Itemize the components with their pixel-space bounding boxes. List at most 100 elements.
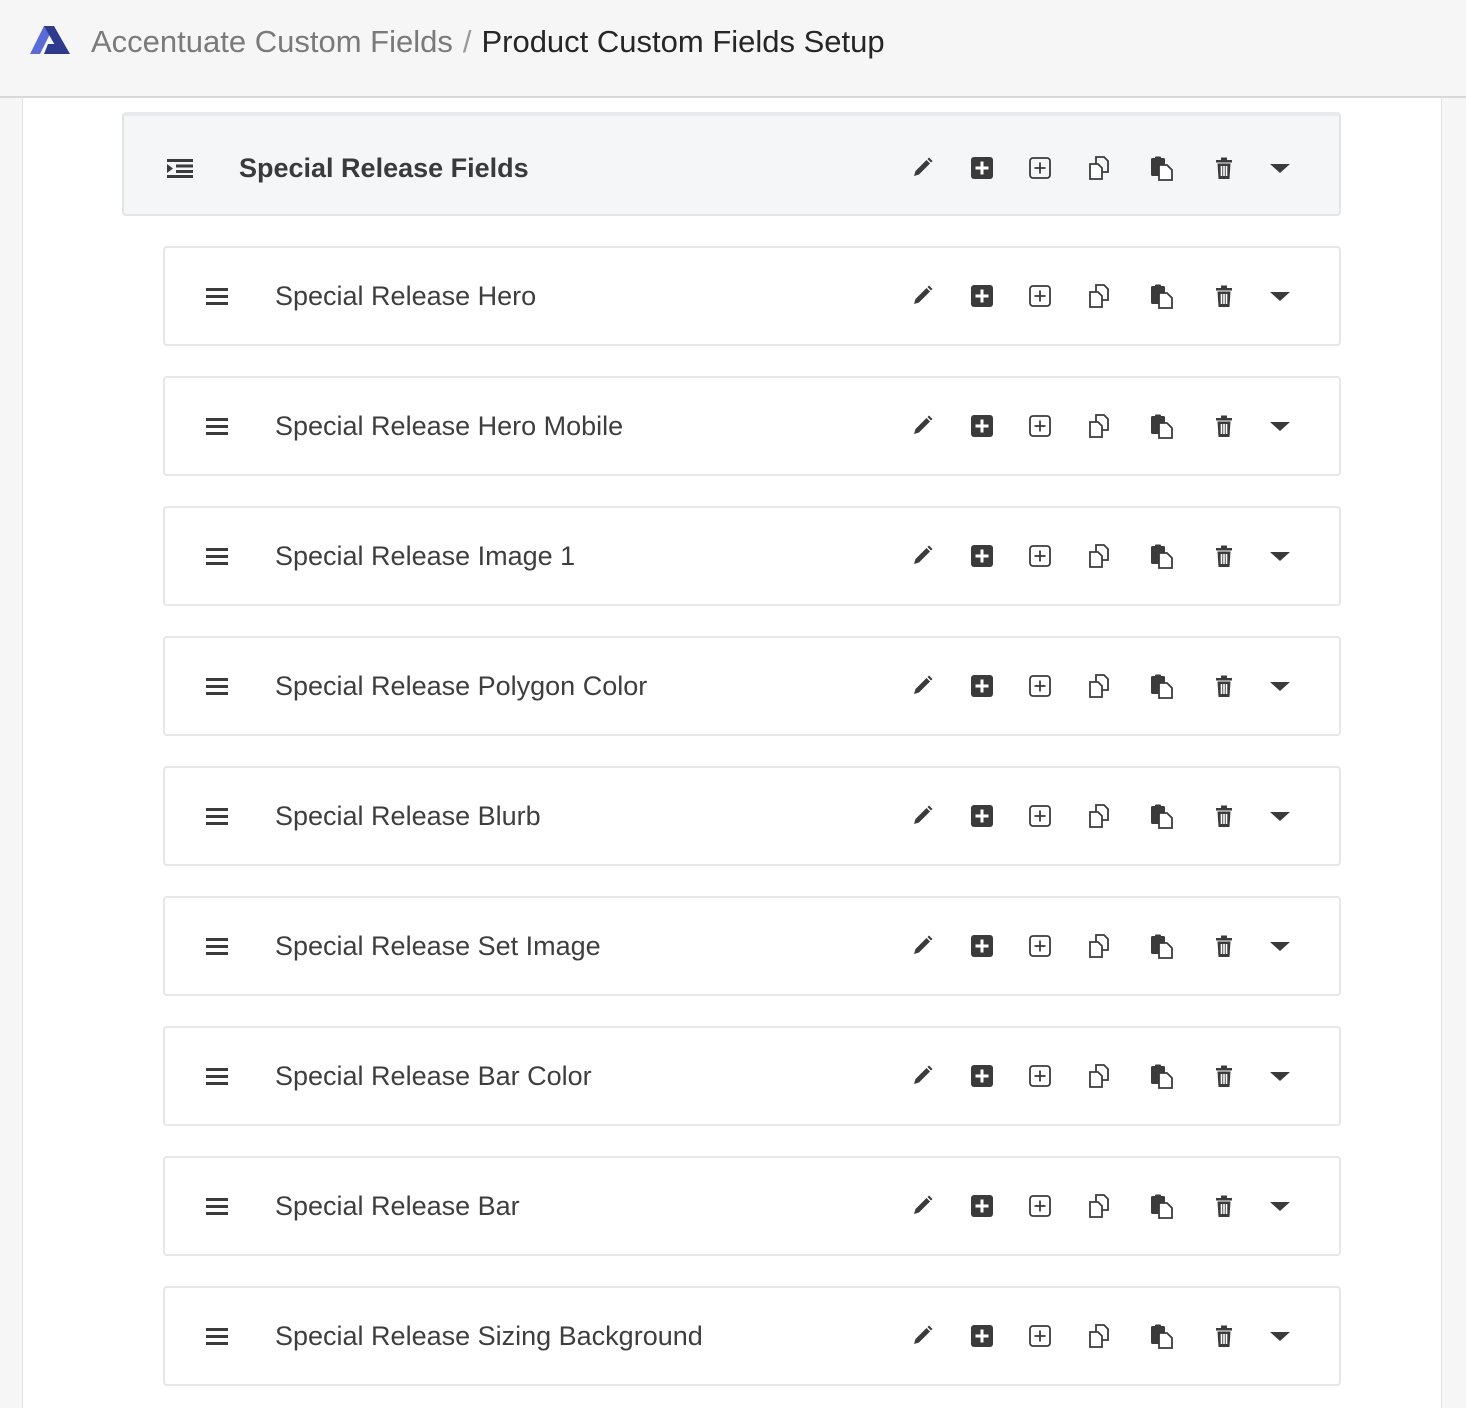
copy-icon[interactable] [1086, 1062, 1114, 1090]
copy-icon[interactable] [1086, 154, 1114, 182]
trash-icon[interactable] [1210, 282, 1238, 310]
plus-square-outline-icon[interactable] [1026, 1062, 1054, 1090]
paste-icon[interactable] [1148, 542, 1176, 570]
pencil-icon[interactable] [908, 412, 936, 440]
plus-square-filled-icon[interactable] [968, 1062, 996, 1090]
trash-icon[interactable] [1210, 1192, 1238, 1220]
caret-down-icon[interactable] [1266, 672, 1294, 700]
caret-down-icon[interactable] [1266, 1062, 1294, 1090]
drag-handle-icon[interactable] [205, 1326, 231, 1346]
field-label: Special Release Bar [275, 1191, 520, 1221]
caret-down-icon[interactable] [1266, 412, 1294, 440]
field-row[interactable]: Special Release Polygon Color [163, 636, 1341, 736]
plus-square-outline-icon[interactable] [1026, 1192, 1054, 1220]
trash-icon[interactable] [1210, 1062, 1238, 1090]
accentuate-logo-icon[interactable] [28, 24, 72, 56]
paste-icon[interactable] [1148, 1322, 1176, 1350]
plus-square-filled-icon[interactable] [968, 802, 996, 830]
trash-icon[interactable] [1210, 154, 1238, 182]
plus-square-outline-icon[interactable] [1026, 672, 1054, 700]
plus-square-filled-icon[interactable] [968, 154, 996, 182]
trash-icon[interactable] [1210, 1322, 1238, 1350]
copy-icon[interactable] [1086, 932, 1114, 960]
drag-handle-icon[interactable] [205, 286, 231, 306]
pencil-icon[interactable] [908, 932, 936, 960]
plus-square-filled-icon[interactable] [968, 412, 996, 440]
field-row[interactable]: Special Release Image 1 [163, 506, 1341, 606]
paste-icon[interactable] [1148, 932, 1176, 960]
field-label: Special Release Hero [275, 281, 537, 311]
caret-down-icon[interactable] [1266, 1322, 1294, 1350]
field-row[interactable]: Special Release Sizing Background [163, 1286, 1341, 1386]
field-row[interactable]: Special Release Hero Mobile [163, 376, 1341, 476]
breadcrumb-separator: / [462, 24, 472, 59]
copy-icon[interactable] [1086, 672, 1114, 700]
plus-square-outline-icon[interactable] [1026, 154, 1054, 182]
copy-icon[interactable] [1086, 542, 1114, 570]
copy-icon[interactable] [1086, 1192, 1114, 1220]
drag-handle-icon[interactable] [205, 1196, 231, 1216]
field-row[interactable]: Special Release Blurb [163, 766, 1341, 866]
field-group-row[interactable]: Special Release Fields [122, 112, 1341, 216]
paste-icon[interactable] [1148, 802, 1176, 830]
trash-icon[interactable] [1210, 412, 1238, 440]
drag-handle-icon[interactable] [205, 1066, 231, 1086]
field-row[interactable]: Special Release Set Image [163, 896, 1341, 996]
field-group-label: Special Release Fields [239, 153, 529, 183]
plus-square-filled-icon[interactable] [968, 932, 996, 960]
field-label: Special Release Blurb [275, 801, 541, 831]
field-label: Special Release Bar Color [275, 1061, 592, 1091]
caret-down-icon[interactable] [1266, 154, 1294, 182]
drag-handle-icon[interactable] [205, 416, 231, 436]
caret-down-icon[interactable] [1266, 1192, 1294, 1220]
paste-icon[interactable] [1148, 154, 1176, 182]
caret-down-icon[interactable] [1266, 282, 1294, 310]
pencil-icon[interactable] [908, 672, 936, 700]
copy-icon[interactable] [1086, 1322, 1114, 1350]
trash-icon[interactable] [1210, 802, 1238, 830]
plus-square-outline-icon[interactable] [1026, 932, 1054, 960]
plus-square-filled-icon[interactable] [968, 542, 996, 570]
plus-square-filled-icon[interactable] [968, 672, 996, 700]
trash-icon[interactable] [1210, 672, 1238, 700]
pencil-icon[interactable] [908, 802, 936, 830]
field-row[interactable]: Special Release Hero [163, 246, 1341, 346]
pencil-icon[interactable] [908, 282, 936, 310]
copy-icon[interactable] [1086, 282, 1114, 310]
caret-down-icon[interactable] [1266, 932, 1294, 960]
breadcrumb-app-link[interactable]: Accentuate Custom Fields [91, 24, 453, 59]
plus-square-outline-icon[interactable] [1026, 542, 1054, 570]
plus-square-filled-icon[interactable] [968, 1322, 996, 1350]
paste-icon[interactable] [1148, 672, 1176, 700]
paste-icon[interactable] [1148, 282, 1176, 310]
copy-icon[interactable] [1086, 802, 1114, 830]
drag-handle-icon[interactable] [205, 676, 231, 696]
trash-icon[interactable] [1210, 542, 1238, 570]
paste-icon[interactable] [1148, 1192, 1176, 1220]
plus-square-outline-icon[interactable] [1026, 412, 1054, 440]
caret-down-icon[interactable] [1266, 802, 1294, 830]
paste-icon[interactable] [1148, 412, 1176, 440]
pencil-icon[interactable] [908, 1192, 936, 1220]
copy-icon[interactable] [1086, 412, 1114, 440]
pencil-icon[interactable] [908, 542, 936, 570]
plus-square-filled-icon[interactable] [968, 282, 996, 310]
drag-handle-icon[interactable] [205, 546, 231, 566]
pencil-icon[interactable] [908, 154, 936, 182]
caret-down-icon[interactable] [1266, 542, 1294, 570]
pencil-icon[interactable] [908, 1062, 936, 1090]
drag-handle-icon[interactable] [205, 806, 231, 826]
field-row[interactable]: Special Release Bar [163, 1156, 1341, 1256]
plus-square-outline-icon[interactable] [1026, 802, 1054, 830]
pencil-icon[interactable] [908, 1322, 936, 1350]
drag-handle-icon[interactable] [205, 936, 231, 956]
plus-square-outline-icon[interactable] [1026, 1322, 1054, 1350]
breadcrumb: Accentuate Custom Fields / Product Custom … [91, 22, 885, 62]
field-row[interactable]: Special Release Bar Color [163, 1026, 1341, 1126]
trash-icon[interactable] [1210, 932, 1238, 960]
indent-list-icon[interactable] [166, 158, 193, 178]
plus-square-outline-icon[interactable] [1026, 282, 1054, 310]
plus-square-filled-icon[interactable] [968, 1192, 996, 1220]
paste-icon[interactable] [1148, 1062, 1176, 1090]
field-label: Special Release Image 1 [275, 541, 576, 571]
